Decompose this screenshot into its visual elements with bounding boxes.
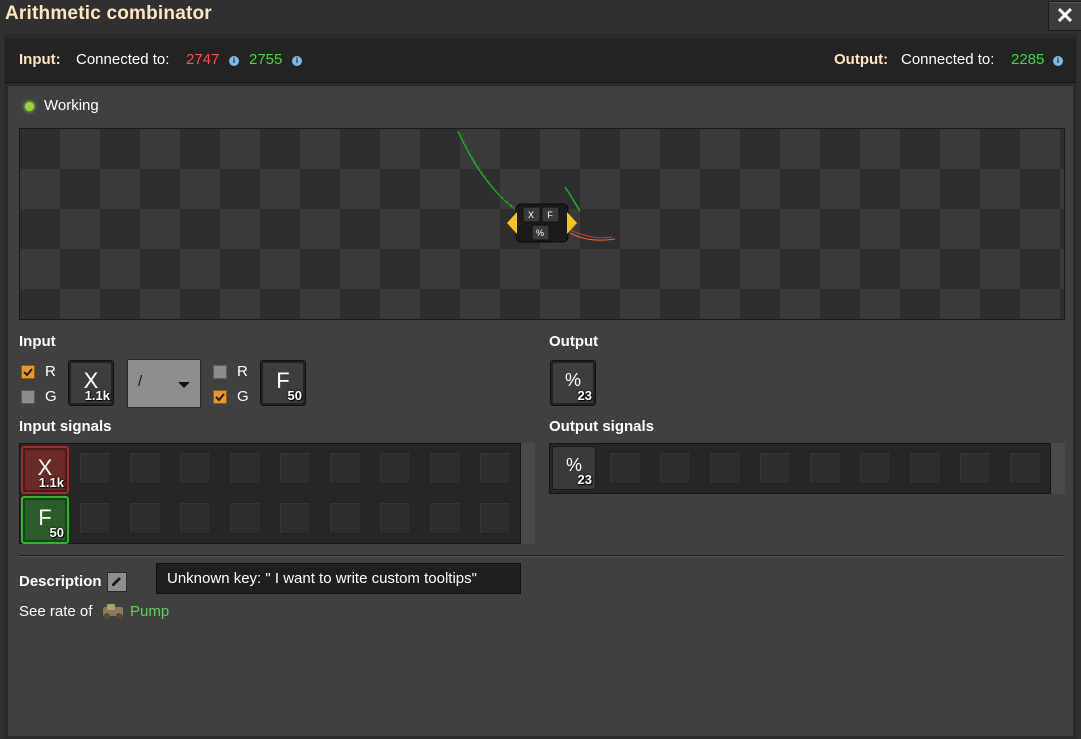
- chevron-down-icon: [178, 382, 190, 388]
- output-signal-slot[interactable]: % 23: [550, 360, 596, 406]
- empty-signal-cell: [659, 452, 691, 484]
- see-rate-text: See rate of: [19, 603, 93, 620]
- input-signals-label: Input signals: [19, 418, 112, 435]
- status-text: Working: [44, 97, 99, 114]
- info-icon[interactable]: i: [1053, 56, 1063, 66]
- input-signal-x-count: 1.1k: [38, 475, 64, 490]
- operator-dropdown[interactable]: /: [127, 359, 201, 408]
- close-button[interactable]: ✕: [1048, 1, 1081, 31]
- pencil-icon: [112, 577, 121, 586]
- empty-signal-cell: [329, 452, 361, 484]
- input-signal-x[interactable]: X 1.1k: [21, 446, 69, 494]
- left-green-label: G: [45, 388, 57, 405]
- preview-glyph-x: X: [528, 210, 534, 220]
- output-signals-label: Output signals: [549, 418, 654, 435]
- preview-glyph-f: F: [547, 210, 553, 220]
- input-connected-to-text: Connected to:: [76, 51, 170, 68]
- empty-signal-cell: [379, 502, 411, 534]
- empty-signal-cell: [909, 452, 941, 484]
- window-title: Arithmetic combinator: [5, 3, 212, 24]
- empty-signal-cell: [379, 452, 411, 484]
- right-red-checkbox[interactable]: [213, 365, 227, 379]
- empty-signal-cell: [709, 452, 741, 484]
- section-divider: [19, 555, 1063, 556]
- pump-icon: [103, 604, 123, 619]
- entity-preview[interactable]: X F %: [19, 128, 1065, 320]
- edit-description-button[interactable]: [107, 572, 127, 592]
- input-signals-scrollbar[interactable]: [521, 443, 535, 544]
- output-connection-label: Output:: [834, 51, 889, 68]
- info-icon[interactable]: i: [292, 56, 302, 66]
- empty-signal-cell: [479, 502, 511, 534]
- empty-signal-cell: [229, 502, 261, 534]
- input-connection-label: Input:: [19, 51, 61, 68]
- empty-signal-cell: [79, 502, 111, 534]
- title-bar: Arithmetic combinator ✕: [0, 0, 1081, 32]
- right-green-label: G: [237, 388, 249, 405]
- input-signal-f[interactable]: F 50: [21, 496, 69, 544]
- right-red-label: R: [237, 363, 248, 380]
- output-connected-to-text: Connected to:: [901, 51, 995, 68]
- empty-signal-cell: [229, 452, 261, 484]
- description-label: Description: [19, 573, 102, 590]
- input-signals-grid: [19, 443, 521, 544]
- empty-signal-cell: [759, 452, 791, 484]
- empty-signal-cell: [809, 452, 841, 484]
- empty-signal-cell: [429, 452, 461, 484]
- left-signal-count: 1.1k: [84, 388, 110, 403]
- empty-signal-cell: [479, 452, 511, 484]
- empty-signal-cell: [279, 452, 311, 484]
- empty-signal-cell: [1009, 452, 1041, 484]
- left-green-checkbox[interactable]: [21, 390, 35, 404]
- empty-signal-cell: [429, 502, 461, 534]
- output-signal-percent[interactable]: % 23: [552, 446, 596, 490]
- left-signal-slot[interactable]: X 1.1k: [68, 360, 114, 406]
- output-signal-percent-count: 23: [577, 472, 592, 487]
- output-green-network-id[interactable]: 2285: [1011, 51, 1044, 68]
- output-section-label: Output: [549, 333, 599, 350]
- input-section-label: Input: [19, 333, 56, 350]
- output-signal-count: 23: [577, 388, 592, 403]
- info-icon[interactable]: i: [229, 56, 239, 66]
- right-signal-count: 50: [287, 388, 302, 403]
- description-tooltip: Unknown key: " I want to write custom to…: [156, 563, 521, 594]
- right-signal-slot[interactable]: F 50: [260, 360, 306, 406]
- left-red-checkbox[interactable]: [21, 365, 35, 379]
- preview-glyph-percent: %: [536, 228, 544, 238]
- input-green-network-id[interactable]: 2755: [249, 51, 282, 68]
- output-signals-grid: [549, 443, 1051, 494]
- empty-signal-cell: [179, 452, 211, 484]
- empty-signal-cell: [859, 452, 891, 484]
- operator-value: /: [138, 373, 143, 390]
- input-red-network-id[interactable]: 2747: [186, 51, 219, 68]
- output-signals-scrollbar[interactable]: [1051, 443, 1065, 494]
- combinator-sprite: X F %: [457, 130, 616, 243]
- checkmark-icon: [215, 393, 225, 402]
- empty-signal-cell: [279, 502, 311, 534]
- empty-signal-cell: [179, 502, 211, 534]
- pump-link[interactable]: Pump: [130, 603, 169, 620]
- input-signal-f-count: 50: [49, 525, 64, 540]
- empty-signal-cell: [129, 502, 161, 534]
- empty-signal-cell: [329, 502, 361, 534]
- checkmark-icon: [23, 368, 33, 377]
- right-green-checkbox[interactable]: [213, 390, 227, 404]
- empty-signal-cell: [959, 452, 991, 484]
- left-red-label: R: [45, 363, 56, 380]
- empty-signal-cell: [129, 452, 161, 484]
- empty-signal-cell: [79, 452, 111, 484]
- status-indicator-icon: [25, 102, 34, 111]
- empty-signal-cell: [609, 452, 641, 484]
